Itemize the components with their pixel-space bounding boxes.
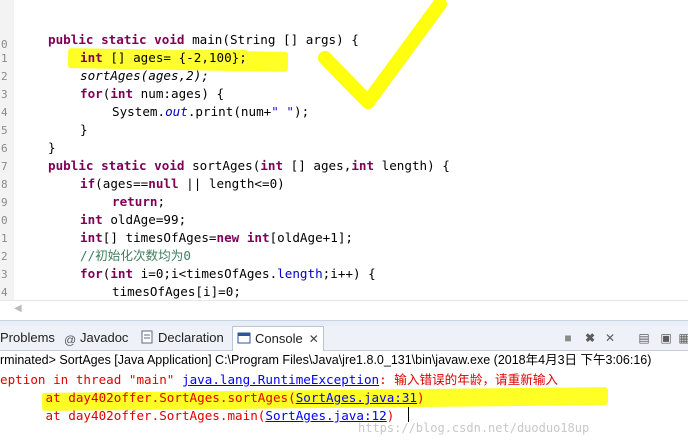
code-line: for(int num:ages) {	[80, 86, 225, 101]
code-line: timesOfAges[i]=0;	[112, 284, 241, 299]
code-line: int oldAge=99;	[80, 212, 187, 227]
remove-launch-icon[interactable]: ✖	[583, 331, 597, 345]
line-number: 0	[1, 214, 8, 227]
horizontal-scrollbar[interactable]: ◀	[0, 300, 688, 319]
code-line: int[] timesOfAges=new int[oldAge+1];	[80, 230, 353, 245]
line-number: 4	[1, 286, 8, 299]
text-cursor	[408, 407, 409, 422]
view-tab-bar: Problems @ Javadoc Declaration Console ✕ ■…	[0, 326, 688, 351]
line-number: 3	[1, 88, 8, 101]
console-line: eption in thread "main" java.lang.Runtim…	[0, 372, 559, 387]
line-number: 3	[1, 268, 8, 281]
code-line: if(ages==null || length<=0)	[80, 176, 285, 191]
line-number: 2	[1, 70, 8, 83]
exception-link[interactable]: java.lang.RuntimeException	[182, 372, 379, 387]
console-output[interactable]: eption in thread "main" java.lang.Runtim…	[0, 370, 688, 447]
line-number: 9	[1, 196, 8, 209]
launch-status-text: rminated> SortAges [Java Application] C:…	[0, 351, 688, 369]
code-line: for(int i=0;i<timesOfAges.length;i++) {	[80, 266, 376, 281]
code-line: return;	[112, 194, 166, 209]
code-line: public static void main(String [] args) …	[48, 32, 359, 47]
clear-console-icon[interactable]: ▣	[659, 331, 673, 345]
line-number: 2	[1, 250, 8, 263]
line-number: 8	[1, 178, 8, 191]
scroll-left-icon[interactable]: ◀	[14, 303, 22, 314]
declaration-icon	[140, 328, 154, 344]
line-number: 4	[1, 106, 8, 119]
console-line: at day402offer.SortAges.main(SortAges.ja…	[0, 408, 395, 423]
remove-all-icon[interactable]: ✕	[603, 331, 617, 345]
stack-trace-link[interactable]: SortAges.java:31	[296, 390, 417, 405]
pin-console-icon[interactable]: ▦	[677, 331, 688, 345]
code-line: public static void sortAges(int [] ages,…	[48, 158, 450, 173]
line-number: 1	[1, 232, 8, 245]
scroll-lock-icon[interactable]: ▤	[637, 331, 651, 345]
code-line: }	[48, 140, 56, 155]
code-line: //初始化次数均为0	[80, 248, 191, 263]
console-icon	[237, 329, 251, 344]
watermark: https://blog.csdn.net/duoduo18up	[358, 421, 590, 435]
terminate-icon[interactable]: ■	[561, 331, 575, 345]
line-number: 6	[1, 142, 8, 155]
close-icon[interactable]: ✕	[309, 332, 319, 346]
tab-console[interactable]: Console ✕	[232, 326, 324, 351]
line-number-gutter: 0 1 2 3 4 5 6 7 8 9 0 1 2 3 4	[0, 0, 14, 300]
code-line: sortAges(ages,2);	[80, 68, 209, 83]
code-line: }	[80, 122, 88, 137]
code-editor[interactable]: 0 1 2 3 4 5 6 7 8 9 0 1 2 3 4 public sta…	[0, 0, 688, 320]
line-number: 5	[1, 124, 8, 137]
line-number: 0	[1, 38, 8, 51]
tab-javadoc[interactable]: @ Javadoc	[64, 326, 128, 350]
code-line: System.out.print(num+" ");	[112, 104, 310, 119]
tab-problems[interactable]: Problems	[0, 326, 55, 350]
tab-declaration[interactable]: Declaration	[140, 326, 224, 350]
console-line: at day402offer.SortAges.sortAges(SortAge…	[0, 390, 425, 405]
at-icon: @	[64, 333, 77, 347]
code-line-selected: int [] ages= {-2,100};	[80, 50, 247, 65]
line-number: 1	[1, 52, 8, 65]
line-number: 7	[1, 160, 8, 173]
